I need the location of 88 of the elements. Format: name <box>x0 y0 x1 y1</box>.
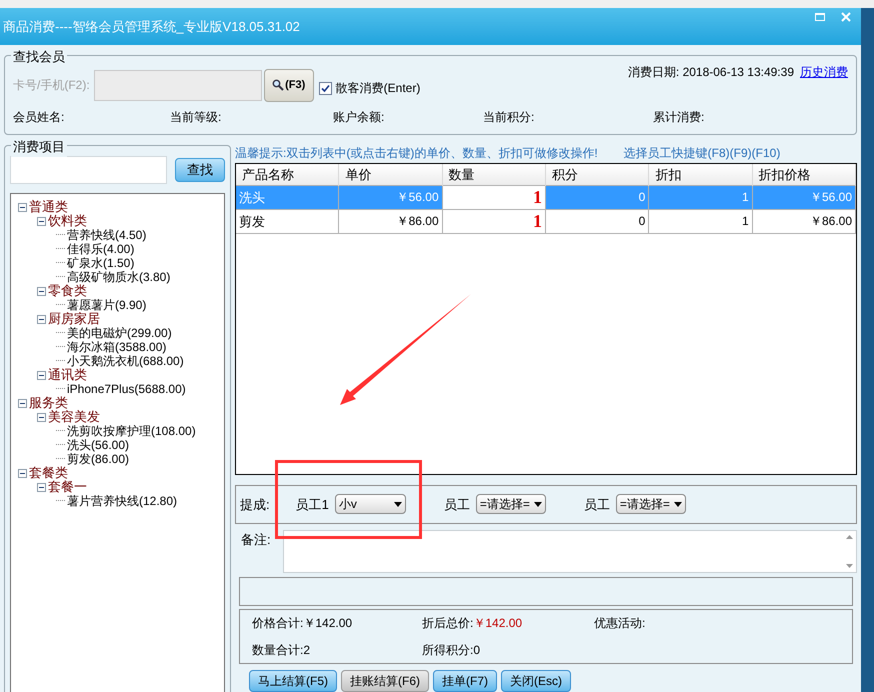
table-cell: 洗头 <box>236 186 340 209</box>
summary-label: 优惠活动: <box>594 615 646 632</box>
product-item[interactable]: 佳得乐(4.00) <box>67 242 134 256</box>
summary-label: 价格合计: <box>252 615 304 632</box>
action-button[interactable]: 挂单(F7) <box>433 670 497 692</box>
item-search-field[interactable] <box>10 156 167 184</box>
notes-field[interactable] <box>283 530 857 574</box>
card-label: 卡号/手机(F2): <box>13 77 90 94</box>
product-item[interactable]: 洗剪吹按摩护理(108.00) <box>67 424 196 438</box>
product-item[interactable]: 营养快线(4.50) <box>67 228 146 242</box>
category-item[interactable]: 美容美发 <box>48 410 100 424</box>
table-cell: ￥86.00 <box>752 210 856 233</box>
table-cell: 1 <box>649 210 753 233</box>
staff-dropdown[interactable]: =请选择= <box>616 494 686 514</box>
table-cell: 1 <box>442 210 546 233</box>
collapse-icon[interactable] <box>37 216 46 226</box>
caret-icon <box>534 502 542 507</box>
summary-label: 所得积分: <box>422 642 474 659</box>
search-button[interactable]: (F3) <box>264 68 314 102</box>
caret-icon <box>394 502 402 507</box>
collapse-icon[interactable] <box>37 482 46 492</box>
staff-label: 员工1 <box>296 496 329 514</box>
product-item[interactable]: 矿泉水(1.50) <box>67 256 134 270</box>
product-item[interactable]: 高级矿物质水(3.80) <box>67 270 170 284</box>
summary-value: ￥142.00 <box>303 615 352 632</box>
product-item[interactable]: 剪发(86.00) <box>67 452 130 466</box>
collapse-icon[interactable] <box>37 314 46 324</box>
walk-in-label: 散客消费(Enter) <box>336 80 420 97</box>
walk-in-checkbox[interactable] <box>318 82 332 94</box>
category-item[interactable]: 通讯类 <box>48 368 87 382</box>
history-link[interactable]: 历史消费 <box>800 63 848 81</box>
category-item[interactable]: 套餐类 <box>29 466 68 480</box>
member-info-label: 当前等级: <box>170 109 222 126</box>
collapse-icon[interactable] <box>37 370 46 380</box>
collapse-icon[interactable] <box>37 412 46 422</box>
window-title: 商品消费----智络会员管理系统_专业版V18.05.31.02 <box>3 18 300 36</box>
product-item[interactable]: 美的电磁炉(299.00) <box>67 326 172 340</box>
staff-label: 员工 <box>584 496 610 514</box>
find-button[interactable]: 查找 <box>175 158 225 182</box>
collapse-icon[interactable] <box>18 468 27 478</box>
product-item[interactable]: 小天鹅洗衣机(688.00) <box>67 354 184 368</box>
date-label: 消费日期: 2018-06-13 13:49:39 <box>628 64 794 81</box>
summary-value: 2 <box>303 642 310 659</box>
staff-label: 员工 <box>444 496 470 514</box>
action-button[interactable]: 马上结算(F5) <box>249 670 337 692</box>
product-item[interactable]: 薯愿薯片(9.90) <box>67 298 146 312</box>
table-cell: 剪发 <box>236 210 340 233</box>
member-info-label: 累计消费: <box>653 109 706 126</box>
action-button[interactable]: 挂账结算(F6) <box>341 670 429 692</box>
staff-dropdown[interactable]: 小v <box>334 494 406 514</box>
hint-text: 温馨提示:双击列表中(或点击右键)的单价、数量、折扣可做修改操作! <box>235 144 598 162</box>
product-item[interactable]: 薯片营养快线(12.80) <box>67 494 178 508</box>
commission-label: 提成: <box>240 496 270 514</box>
summary-label: 折后总价: <box>422 615 474 632</box>
collapse-icon[interactable] <box>37 286 46 296</box>
summary-label: 数量合计: <box>252 642 304 659</box>
summary-value: 0 <box>473 642 480 659</box>
product-item[interactable]: 洗头(56.00) <box>67 438 130 452</box>
scroll-down-icon[interactable] <box>846 564 853 568</box>
member-info-label: 当前积分: <box>483 109 536 126</box>
category-item[interactable]: 服务类 <box>29 396 68 410</box>
category-item[interactable]: 饮料类 <box>48 214 87 228</box>
category-item[interactable]: 零食类 <box>48 284 87 298</box>
notes-label: 备注: <box>240 530 272 549</box>
category-item[interactable]: 普通类 <box>29 200 68 214</box>
table-cell: 1 <box>649 186 753 209</box>
summary-value: ￥142.00 <box>473 615 522 632</box>
search-icon <box>272 79 284 91</box>
table-cell: 0 <box>546 186 650 209</box>
table-cell: ￥56.00 <box>752 186 856 209</box>
shortcut-hint: 选择员工快捷键(F8)(F9)(F10) <box>624 144 780 162</box>
table-row[interactable]: 剪发 ￥86.00 1 0 1 ￥86.00 <box>236 210 856 234</box>
collapse-icon[interactable] <box>18 202 27 212</box>
category-item[interactable]: 套餐一 <box>48 480 87 494</box>
category-item[interactable]: 厨房家居 <box>48 312 100 326</box>
scroll-up-icon[interactable] <box>846 534 853 539</box>
product-item[interactable]: iPhone7Plus(5688.00) <box>67 382 186 396</box>
table-cell: 0 <box>546 210 650 233</box>
caret-icon <box>674 502 682 507</box>
table-cell: 1 <box>442 186 546 209</box>
staff-dropdown[interactable]: =请选择= <box>476 494 546 514</box>
group-title: 消费项目 <box>11 137 67 156</box>
table-row[interactable]: 洗头 ￥56.00 1 0 1 ￥56.00 <box>236 186 856 210</box>
member-info-label: 账户余额: <box>333 109 386 126</box>
collapse-icon[interactable] <box>18 398 27 408</box>
action-button[interactable]: 关闭(Esc) <box>501 670 571 692</box>
product-item[interactable]: 海尔冰箱(3588.00) <box>67 340 166 354</box>
member-info-label: 会员姓名: <box>13 109 66 126</box>
